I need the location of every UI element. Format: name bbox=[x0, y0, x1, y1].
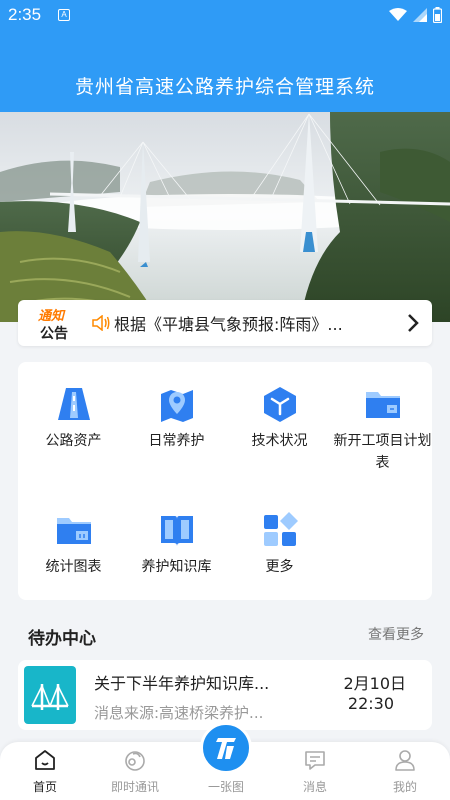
notification-a-icon: A bbox=[58, 9, 70, 21]
status-bar: 2:35 A bbox=[0, 0, 450, 32]
map-pin-icon bbox=[160, 390, 193, 422]
book-icon bbox=[160, 516, 193, 546]
grid-item-new-project-plan[interactable]: 新开工项目计划表 bbox=[331, 384, 434, 474]
tab-label-one-map: 一张图 bbox=[207, 780, 244, 794]
notice-badge-bottom: 公告 bbox=[40, 326, 68, 342]
speaker-icon bbox=[92, 315, 110, 331]
todo-item-source: 消息来源:高速桥梁养护... bbox=[94, 704, 264, 722]
view-more-link[interactable]: 查看更多 bbox=[368, 624, 424, 644]
user-icon bbox=[395, 750, 415, 771]
chat-icon bbox=[125, 751, 145, 771]
folder-stats-icon bbox=[56, 518, 91, 544]
battery-icon bbox=[433, 7, 442, 23]
tab-label: 我的 bbox=[392, 780, 417, 794]
bridge-thumbnail-icon bbox=[24, 666, 76, 724]
grid-label: 统计图表 bbox=[45, 559, 102, 575]
notice-text: 根据《平塘县气象预报:阵雨》... bbox=[114, 315, 343, 334]
status-time: 2:35 bbox=[8, 5, 42, 24]
todo-item[interactable]: 关于下半年养护知识库... 消息来源:高速桥梁养护... 2月10日 22:30 bbox=[18, 660, 432, 730]
tab-mine[interactable]: 我的 bbox=[370, 748, 440, 795]
grid-item-knowledge-base[interactable]: 养护知识库 bbox=[125, 510, 228, 578]
tab-label: 消息 bbox=[302, 780, 327, 794]
todo-header: 待办中心 查看更多 bbox=[28, 620, 424, 650]
tab-label: 即时通讯 bbox=[110, 780, 159, 794]
wifi-icon bbox=[389, 8, 407, 21]
grid-item-statistics[interactable]: 统计图表 bbox=[22, 510, 125, 578]
status-icons bbox=[389, 7, 442, 23]
grid-item-more[interactable]: 更多 bbox=[228, 510, 331, 578]
grid-label: 公路资产 bbox=[45, 433, 102, 449]
grid-item-technical-condition[interactable]: 技术状况 bbox=[228, 384, 331, 452]
notice-badge-top: 通知 bbox=[38, 309, 65, 324]
grid-label: 养护知识库 bbox=[141, 559, 212, 575]
tab-label: 首页 bbox=[32, 780, 57, 794]
grid-label: 日常养护 bbox=[148, 433, 205, 449]
banner-image[interactable] bbox=[0, 112, 450, 322]
chevron-right-icon[interactable] bbox=[406, 313, 420, 333]
todo-title: 待办中心 bbox=[28, 629, 96, 649]
grid-label: 技术状况 bbox=[251, 433, 308, 449]
home-icon bbox=[35, 750, 55, 770]
notice-badge: 通知 公告 bbox=[36, 305, 76, 342]
tab-messages[interactable]: 消息 bbox=[280, 748, 350, 795]
tab-home[interactable]: 首页 bbox=[10, 748, 80, 795]
tab-one-map-button[interactable] bbox=[200, 722, 252, 774]
more-grid-icon bbox=[263, 512, 298, 546]
app-title: 贵州省高速公路养护综合管理系统 bbox=[74, 76, 375, 98]
todo-item-time: 22:30 bbox=[347, 694, 394, 713]
message-icon bbox=[305, 751, 325, 770]
grid-item-daily-maintenance[interactable]: 日常养护 bbox=[125, 384, 228, 452]
todo-item-date: 2月10日 bbox=[343, 674, 406, 693]
function-grid: 公路资产 日常养护 技术状况 新开工项目计划表 统计图表 养护知识库 更多 bbox=[18, 362, 432, 600]
grid-item-highway-assets[interactable]: 公路资产 bbox=[22, 384, 125, 452]
grid-label: 新开工项目计划表 bbox=[333, 433, 432, 471]
signal-icon bbox=[413, 8, 427, 22]
road-icon bbox=[57, 388, 90, 420]
notice-bar[interactable]: 通知 公告 根据《平塘县气象预报:阵雨》... bbox=[18, 300, 432, 346]
grid-label: 更多 bbox=[265, 559, 294, 575]
app-header: 2:35 A 贵州省高速公路养护综合管理系统 bbox=[0, 0, 450, 112]
folder-plan-icon bbox=[365, 392, 400, 418]
cube-icon bbox=[263, 387, 296, 422]
todo-item-title: 关于下半年养护知识库... bbox=[94, 674, 270, 693]
onemap-icon bbox=[216, 738, 236, 759]
tab-instant-messaging[interactable]: 即时通讯 bbox=[100, 748, 170, 795]
